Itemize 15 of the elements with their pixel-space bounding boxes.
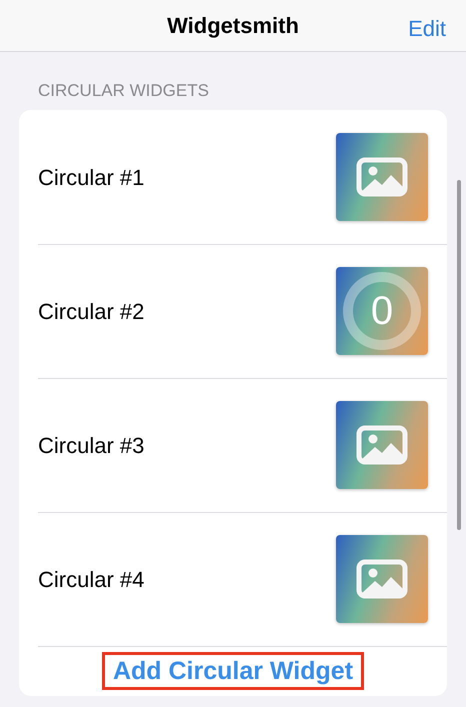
widget-name[interactable]: Circular #3 bbox=[38, 428, 144, 462]
widget-name[interactable]: Circular #1 bbox=[38, 160, 144, 194]
screen-title: Widgetsmith bbox=[167, 12, 299, 40]
image-icon bbox=[356, 425, 408, 465]
widget-thumbnail[interactable] bbox=[336, 133, 428, 221]
widget-thumbnail[interactable] bbox=[336, 535, 428, 623]
ring-icon bbox=[341, 270, 423, 352]
widget-thumbnail[interactable] bbox=[336, 401, 428, 489]
edit-button[interactable]: Edit bbox=[408, 12, 446, 45]
widget-name[interactable]: Circular #2 bbox=[38, 294, 144, 328]
widget-name[interactable]: Circular #4 bbox=[38, 562, 144, 596]
counter-value: 0 bbox=[370, 288, 394, 335]
image-icon bbox=[356, 157, 408, 197]
image-icon bbox=[356, 559, 408, 599]
section-header: CIRCULAR WIDGETS bbox=[37, 80, 210, 102]
